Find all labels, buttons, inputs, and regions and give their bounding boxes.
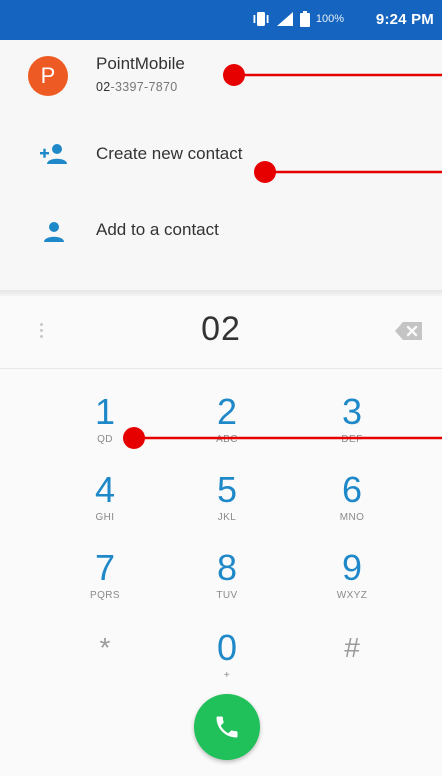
person-icon [44, 222, 64, 242]
digits-field[interactable]: 02 [0, 296, 442, 369]
key-star[interactable]: * [45, 612, 165, 690]
key-digit: 8 [216, 547, 238, 588]
key-digit: 4 [94, 469, 116, 510]
key-pound[interactable]: # [292, 612, 412, 690]
key-8[interactable]: 8 TUV [167, 532, 287, 610]
contact-suggestion[interactable]: P PointMobile 02-3397-7870 [0, 40, 442, 120]
backspace-icon[interactable] [394, 320, 424, 342]
key-digit: 3 [341, 391, 363, 432]
signal-icon [276, 12, 293, 26]
key-0[interactable]: 0 + [167, 612, 287, 690]
key-letters: DEF [341, 434, 363, 445]
phone-icon [216, 716, 238, 738]
contact-name: PointMobile [96, 54, 185, 73]
contact-number: 02-3397-7870 [96, 80, 177, 94]
key-letters: ABC [216, 434, 238, 445]
key-2[interactable]: 2 ABC [167, 376, 287, 454]
add-to-contact-label: Add to a contact [96, 220, 219, 239]
key-digit: 0 [216, 627, 238, 668]
battery-icon [299, 11, 310, 27]
key-digit: # [344, 632, 360, 663]
key-digit: 9 [341, 547, 363, 588]
key-digit: * [99, 632, 111, 663]
key-3[interactable]: 3 DEF [292, 376, 412, 454]
add-to-contact-row[interactable]: Add to a contact [0, 200, 442, 280]
create-new-contact-label: Create new contact [96, 144, 243, 163]
key-1[interactable]: 1 QD [45, 376, 165, 454]
status-time: 9:24 PM [375, 11, 434, 28]
dialed-digits: 02 [201, 310, 241, 348]
status-bar: 100% 9:24 PM [0, 0, 442, 40]
key-9[interactable]: 9 WXYZ [292, 532, 412, 610]
create-new-contact-row[interactable]: Create new contact [0, 120, 442, 200]
key-letters: GHI [95, 512, 115, 523]
key-4[interactable]: 4 GHI [45, 454, 165, 532]
key-letters: QD [97, 434, 113, 445]
avatar: P [28, 56, 68, 96]
key-digit: 6 [341, 469, 363, 510]
key-letters: WXYZ [336, 590, 368, 601]
number-match: 02 [96, 80, 111, 94]
vibrate-icon [253, 12, 269, 26]
key-6[interactable]: 6 MNO [292, 454, 412, 532]
key-digit: 2 [216, 391, 238, 432]
key-5[interactable]: 5 JKL [167, 454, 287, 532]
person-add-icon [40, 144, 67, 164]
key-letters: TUV [216, 590, 238, 601]
key-letters: PQRS [90, 590, 120, 601]
suggestions-panel: P PointMobile 02-3397-7870 Create new co… [0, 40, 442, 290]
key-letters: + [223, 670, 231, 681]
status-icons: 100% [252, 11, 344, 27]
key-letters: MNO [339, 512, 365, 523]
battery-percent: 100% [315, 13, 344, 25]
key-digit: 1 [94, 391, 116, 432]
number-rest: -3397-7870 [110, 80, 178, 94]
call-button[interactable] [194, 694, 260, 760]
key-digit: 7 [94, 547, 116, 588]
key-letters: JKL [217, 512, 237, 523]
key-7[interactable]: 7 PQRS [45, 532, 165, 610]
key-digit: 5 [216, 469, 238, 510]
